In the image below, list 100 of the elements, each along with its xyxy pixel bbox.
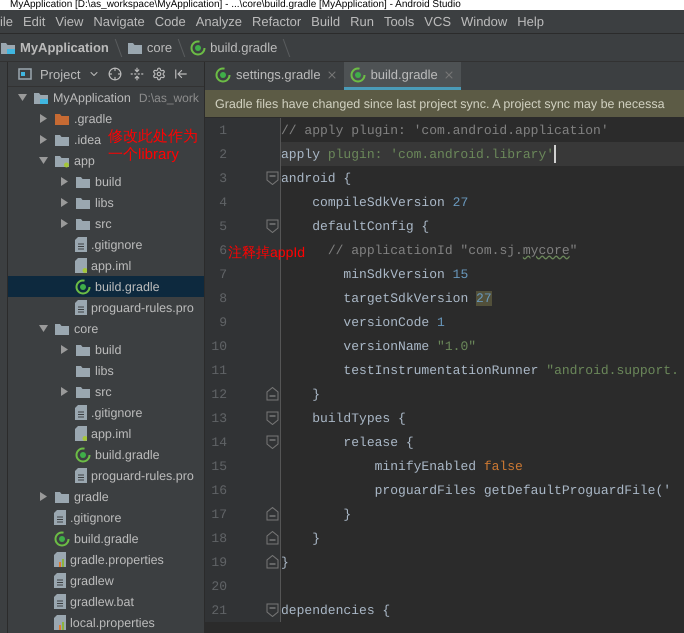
fold-icon[interactable] (266, 507, 279, 521)
file-icon (54, 552, 66, 567)
tree-item[interactable]: app.iml (8, 255, 134, 276)
file-icon (75, 468, 87, 483)
code-text: } (312, 386, 320, 402)
collapsed-arrow-icon[interactable] (39, 135, 48, 144)
locate-icon[interactable] (108, 67, 122, 81)
tree-item[interactable]: proguard-rules.pro (8, 465, 196, 486)
window-title: MyApplication [D:\as_workspace\MyApplication] - ...\core\build.gradle [MyApplication] - Android Studio (10, 0, 461, 10)
tree-item[interactable]: local.properties (8, 612, 157, 633)
menu-item[interactable]: Analyze (190, 14, 248, 29)
editor-tab[interactable]: settings.gradle (209, 62, 344, 90)
menu-item[interactable]: Window (456, 14, 512, 29)
tree-item[interactable]: .idea (8, 129, 104, 150)
fold-icon[interactable] (266, 555, 279, 569)
code-text: // applicationId "com.sj.mycore" (328, 242, 578, 258)
folder-icon (54, 132, 70, 146)
menu-item[interactable]: Run (345, 14, 379, 29)
collapsed-arrow-icon[interactable] (39, 492, 48, 501)
collapsed-arrow-icon[interactable] (39, 114, 48, 123)
fold-icon[interactable] (266, 411, 279, 425)
fold-icon[interactable] (266, 387, 279, 401)
close-icon[interactable] (326, 68, 338, 80)
menu-item[interactable]: Tools (378, 14, 420, 29)
collapsed-arrow-icon[interactable] (60, 219, 69, 228)
fold-icon[interactable] (266, 171, 279, 185)
code-text: } (281, 554, 289, 570)
expanded-arrow-icon[interactable] (18, 93, 27, 102)
breadcrumb-item[interactable]: core (146, 40, 172, 55)
code-text: android { (281, 170, 352, 186)
file-icon (54, 594, 66, 609)
tree-item[interactable]: .gitignore (8, 234, 144, 255)
collapsed-arrow-icon[interactable] (60, 177, 69, 186)
menu-item[interactable]: Refactor (247, 14, 306, 29)
tree-item[interactable]: gradle.properties (8, 549, 166, 570)
collapsed-arrow-icon[interactable] (60, 198, 69, 207)
tree-item[interactable]: core (8, 318, 100, 339)
tree-item[interactable]: gradlew.bat (8, 591, 136, 612)
folder-icon (75, 342, 91, 356)
menu-item[interactable]: Code (150, 14, 191, 29)
tree-item[interactable]: MyApplication D:\as_work (8, 87, 201, 108)
menu-item[interactable]: Edit (18, 14, 50, 29)
breadcrumb-item[interactable]: build.gradle (210, 40, 278, 55)
code-text: } (312, 530, 320, 546)
code-text: buildTypes { (312, 410, 406, 426)
menu-item[interactable]: ile (0, 14, 18, 29)
collapsed-arrow-icon[interactable] (60, 387, 69, 396)
menu-item[interactable]: Build (306, 14, 346, 29)
tree-item[interactable]: build (8, 171, 124, 192)
folder-icon (75, 216, 91, 230)
code-text: } (343, 506, 352, 522)
menu-item[interactable]: Navigate (88, 14, 150, 29)
tree-item[interactable]: .gradle (8, 108, 114, 129)
tree-item[interactable]: libs (8, 192, 116, 213)
menu-item[interactable]: Help (512, 14, 550, 29)
tree-item[interactable]: app (8, 150, 97, 171)
folder-icon (54, 112, 70, 126)
code-text: // apply plugin: 'com.android.application' (281, 122, 609, 138)
tree-item[interactable]: build (8, 339, 124, 360)
code-text: apply plugin: 'com.android.library' (281, 146, 554, 162)
tree-item[interactable]: gradlew (8, 570, 116, 591)
expanded-arrow-icon[interactable] (39, 324, 48, 333)
tree-item[interactable]: gradle (8, 486, 111, 507)
folder-icon (75, 196, 91, 210)
folder-icon (75, 384, 91, 398)
settings-icon[interactable] (152, 67, 166, 81)
code-text: versionName "1.0" (343, 338, 476, 354)
tree-item[interactable]: libs (8, 360, 116, 381)
menu-item[interactable]: View (50, 14, 88, 29)
folder-icon (54, 154, 70, 168)
editor-tab[interactable]: build.gradle (344, 62, 461, 90)
fold-icon[interactable] (266, 435, 279, 449)
tree-item[interactable]: .gitignore (8, 402, 144, 423)
annotation: 修改此处作为一个library (108, 128, 199, 164)
annotation: 注释掉appId (228, 244, 306, 262)
tree-item[interactable]: src (8, 381, 114, 402)
panel-title[interactable]: Project (40, 66, 80, 82)
fold-icon[interactable] (266, 219, 279, 233)
tree-item[interactable]: build.gradle (8, 276, 204, 297)
code-text: targetSdkVersion 27 (343, 290, 492, 306)
gradle-icon (190, 40, 206, 56)
hide-icon[interactable] (174, 67, 188, 81)
expanded-arrow-icon[interactable] (39, 156, 48, 165)
tree-item[interactable]: src (8, 213, 114, 234)
fold-icon[interactable] (266, 531, 279, 545)
tree-item[interactable]: .gitignore (8, 507, 124, 528)
code-text: minifyEnabled false (374, 458, 523, 474)
menu-item[interactable]: VCS (419, 14, 456, 29)
tree-item[interactable]: app.iml (8, 423, 134, 444)
project-icon (33, 90, 49, 104)
tree-item[interactable]: build.gradle (8, 528, 141, 549)
tree-item[interactable]: proguard-rules.pro (8, 297, 196, 318)
fold-icon[interactable] (266, 603, 279, 617)
breadcrumb-item[interactable]: MyApplication (20, 40, 109, 55)
folder-icon (54, 490, 70, 504)
notification-text: Gradle files have changed since last project sync. A project sync may be necessa (215, 96, 665, 110)
collapsed-arrow-icon[interactable] (60, 345, 69, 354)
text-cursor (554, 145, 556, 163)
tree-item[interactable]: build.gradle (8, 444, 162, 465)
collapse-icon[interactable] (130, 67, 144, 81)
